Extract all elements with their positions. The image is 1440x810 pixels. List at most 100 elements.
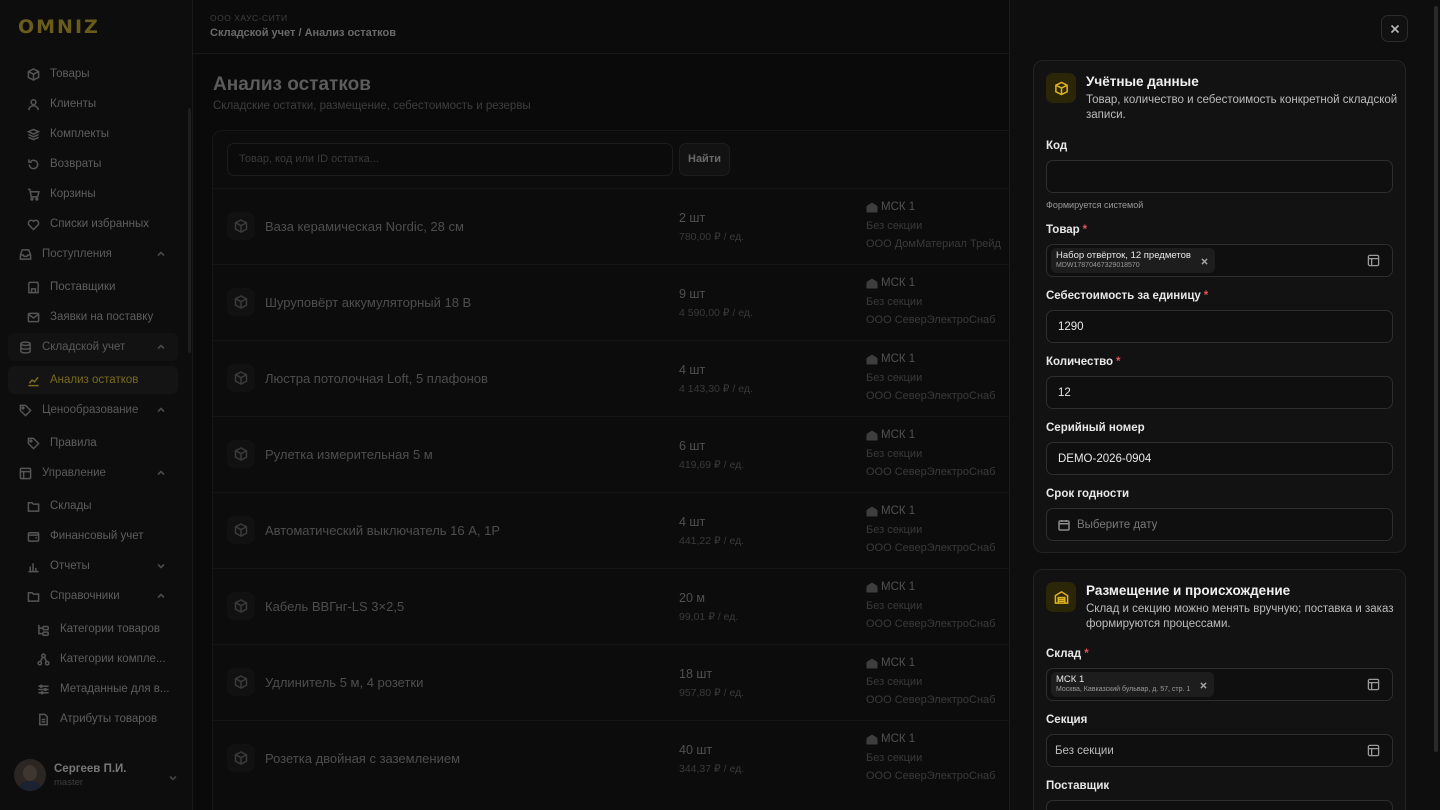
page-subtitle: Складские остатки, размещение, себестоим… — [213, 100, 531, 112]
sidebar-item[interactable]: Финансовый учет — [8, 522, 178, 550]
sidebar-item[interactable]: Ценообразование — [8, 396, 178, 424]
chevron-up-icon[interactable] — [156, 591, 166, 601]
picker-icon[interactable] — [1367, 744, 1380, 760]
sidebar-item[interactable]: Категории товаров — [8, 615, 178, 643]
table-row[interactable]: Автоматический выключатель 16 А, 1P 4 шт 4… — [213, 492, 1033, 568]
sidebar-item[interactable]: Анализ остатков — [8, 366, 178, 394]
box-icon — [227, 516, 255, 544]
sliders-icon — [36, 682, 50, 696]
sidebar-item-label: Складской учет — [42, 341, 126, 353]
sidebar-item-label: Клиенты — [50, 98, 97, 110]
serial-label: Серийный номер — [1046, 422, 1145, 434]
sidebar-item[interactable]: Складской учет — [8, 333, 178, 361]
serial-input[interactable]: DEMO-2026-0904 — [1046, 442, 1393, 475]
wallet-icon — [26, 529, 40, 543]
sidebar-item[interactable]: Товары — [8, 60, 178, 88]
section: Без секции — [866, 600, 923, 612]
breadcrumb[interactable]: Складской учет / Анализ остатков — [210, 27, 396, 39]
expiry-date-input[interactable]: Выберите дату — [1046, 508, 1393, 541]
sidebar-item[interactable]: Поставщики — [8, 273, 178, 301]
supplier-select[interactable] — [1046, 800, 1393, 810]
page-title: Анализ остатков — [213, 74, 371, 95]
quantity-input[interactable]: 12 — [1046, 376, 1393, 409]
find-button[interactable]: Найти — [679, 143, 730, 176]
product-select[interactable]: Набор отвёрток, 12 предметов MDW17870467… — [1046, 244, 1393, 277]
chevron-up-icon[interactable] — [156, 342, 166, 352]
sidebar-item[interactable]: Метаданные для в... — [8, 675, 178, 703]
picker-icon[interactable] — [1367, 678, 1380, 694]
sidebar-item[interactable]: Правила — [8, 429, 178, 457]
table-row[interactable]: Люстра потолочная Loft, 5 плафонов 4 шт 4 … — [213, 340, 1033, 416]
supplier: ООО СеверЭлектроСнаб — [866, 694, 996, 706]
drawer-scrollbar[interactable] — [1434, 6, 1438, 752]
sidebar-item[interactable]: Склады — [8, 492, 178, 520]
supplier: ООО СеверЭлектроСнаб — [866, 618, 996, 630]
warehouse-select[interactable]: МСК 1 Москва, Кавказский бульвар, д. 57,… — [1046, 668, 1393, 701]
section-select[interactable]: Без секции — [1046, 734, 1393, 767]
sidebar-item-label: Категории компле... — [60, 653, 166, 665]
user-menu[interactable]: Сергеев П.И. master — [14, 758, 184, 792]
product-chip: Набор отвёрток, 12 предметов MDW17870467… — [1051, 248, 1215, 273]
sidebar-item[interactable]: Атрибуты товаров — [8, 705, 178, 733]
table-row[interactable]: Розетка двойная с заземлением 40 шт 344,37… — [213, 720, 1033, 796]
chevron-up-icon[interactable] — [156, 405, 166, 415]
code-field[interactable] — [1046, 160, 1393, 193]
warehouse-icon — [866, 354, 878, 364]
table-row[interactable]: Удлинитель 5 м, 4 розетки 18 шт 957,80 ₽ /… — [213, 644, 1033, 720]
close-button[interactable] — [1381, 15, 1408, 42]
quantity-label: Количество * — [1046, 356, 1121, 368]
product-name: Ваза керамическая Nordic, 28 см — [265, 219, 464, 234]
sidebar-item-label: Поступления — [42, 248, 112, 260]
warehouse: МСК 1 — [866, 277, 915, 289]
user-role: master — [54, 776, 84, 788]
sidebar-item[interactable]: Возвраты — [8, 150, 178, 178]
sidebar-item[interactable]: Поступления — [8, 240, 178, 268]
warehouse: МСК 1 — [866, 581, 915, 593]
chip-remove-icon[interactable] — [1201, 256, 1208, 268]
cart-icon — [26, 187, 40, 201]
chevron-up-icon[interactable] — [156, 249, 166, 259]
product-name: Автоматический выключатель 16 А, 1P — [265, 523, 501, 538]
sidebar-item[interactable]: Заявки на поставку — [8, 303, 178, 331]
network-icon — [36, 652, 50, 666]
sidebar-item[interactable]: Корзины — [8, 180, 178, 208]
picker-icon[interactable] — [1367, 254, 1380, 270]
file-icon — [36, 712, 50, 726]
sidebar-item[interactable]: Клиенты — [8, 90, 178, 118]
warehouse-chip: МСК 1 Москва, Кавказский бульвар, д. 57,… — [1051, 672, 1215, 697]
sidebar-item[interactable]: Справочники — [8, 582, 178, 610]
search-input[interactable]: Товар, код или ID остатка... — [227, 143, 673, 176]
sidebar-item[interactable]: Комплекты — [8, 120, 178, 148]
topbar: ООО ХАУС-СИТИ Складской учет / Анализ ос… — [193, 0, 1009, 54]
table-row[interactable]: Шуруповёрт аккумуляторный 18 В 9 шт 4 590,… — [213, 264, 1033, 340]
table-row[interactable]: Кабель ВВГнг-LS 3×2,5 20 м 99,01 ₽ / ед. МС… — [213, 568, 1033, 644]
sidebar-item[interactable]: Отчеты — [8, 552, 178, 580]
sidebar-item-label: Склады — [50, 500, 92, 512]
heart-icon — [26, 217, 40, 231]
sidebar-item-label: Финансовый учет — [50, 530, 144, 542]
sidebar-item[interactable]: Управление — [8, 459, 178, 487]
sidebar-scrollbar[interactable] — [188, 108, 191, 353]
supplier: ООО СеверЭлектроСнаб — [866, 542, 996, 554]
cost-input[interactable]: 1290 — [1046, 310, 1393, 343]
sidebar-item-label: Категории товаров — [60, 623, 160, 635]
warehouse: МСК 1 — [866, 201, 915, 213]
sidebar-item[interactable]: Категории компле... — [8, 645, 178, 673]
chart-icon — [26, 373, 40, 387]
chevron-up-icon[interactable] — [156, 468, 166, 478]
quantity: 2 шт — [679, 211, 706, 225]
unit-price: 99,01 ₽ / ед. — [679, 611, 739, 623]
sidebar-item-label: Справочники — [50, 590, 120, 602]
table-row[interactable]: Ваза керамическая Nordic, 28 см 2 шт 780,0… — [213, 188, 1033, 264]
close-icon — [1390, 24, 1399, 33]
unit-price: 441,22 ₽ / ед. — [679, 535, 745, 547]
warehouse-icon — [866, 734, 878, 744]
sidebar-item[interactable]: Списки избранных — [8, 210, 178, 238]
sidebar-item-label: Ценообразование — [42, 404, 139, 416]
chip-remove-icon[interactable] — [1200, 680, 1207, 692]
product-name: Набор отвёрток, 12 предметов — [1056, 250, 1191, 261]
section-description: Склад и секцию можно менять вручную; пос… — [1086, 603, 1394, 630]
chevron-down-icon[interactable] — [156, 561, 166, 571]
folder-icon — [26, 589, 40, 603]
table-row[interactable]: Рулетка измерительная 5 м 6 шт 419,69 ₽ / … — [213, 416, 1033, 492]
